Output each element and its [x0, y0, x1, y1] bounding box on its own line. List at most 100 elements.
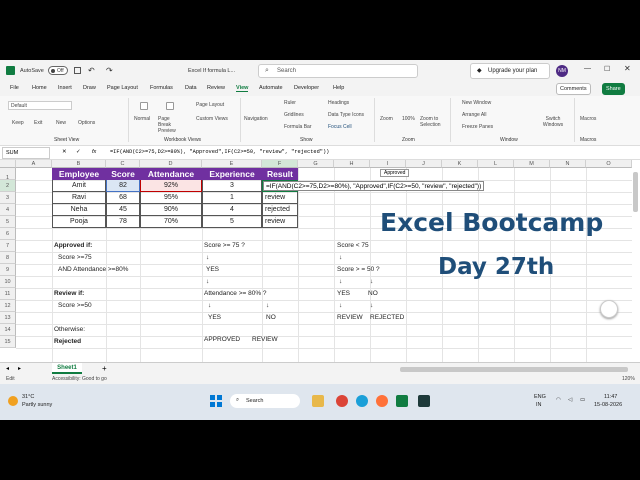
- column-header[interactable]: A: [16, 160, 52, 168]
- clock-date[interactable]: 15-08-2026: [594, 402, 622, 408]
- cell-edit-formula[interactable]: =IF(AND(C2>=75,D2>=80%), "Approved",IF(C…: [263, 181, 485, 191]
- zoom-selection-button[interactable]: Zoom to Selection: [420, 116, 444, 128]
- headings-checkbox[interactable]: Headings: [328, 100, 349, 106]
- column-header[interactable]: D: [140, 160, 202, 168]
- enter-icon[interactable]: ✓: [76, 149, 81, 155]
- tab-formulas[interactable]: Formulas: [150, 85, 173, 91]
- language-indicator[interactable]: ENG: [534, 394, 546, 400]
- macros-button[interactable]: Macros: [580, 116, 596, 122]
- row-header[interactable]: 15: [0, 336, 16, 348]
- file-name[interactable]: Excel If formula L...: [188, 68, 235, 74]
- tab-automate[interactable]: Automate: [259, 85, 283, 91]
- upgrade-button[interactable]: ◆ Upgrade your plan: [470, 63, 550, 79]
- formula-input[interactable]: =IF(AND(C2>=75,D2>=80%), "Approved",IF(C…: [110, 149, 329, 155]
- arrange-all-button[interactable]: Arrange All: [462, 112, 486, 118]
- worksheet-grid[interactable]: A B C D E F G H I J K L M N O 1 2 3 4 5 …: [0, 160, 638, 362]
- table-header-result[interactable]: Result: [262, 168, 298, 180]
- column-header[interactable]: B: [52, 160, 106, 168]
- accessibility-status[interactable]: Accessibility: Good to go: [52, 376, 107, 382]
- focus-cell-button[interactable]: Focus Cell: [328, 124, 352, 130]
- column-header[interactable]: J: [406, 160, 442, 168]
- new-button[interactable]: New: [56, 120, 66, 126]
- vertical-scrollbar[interactable]: [633, 172, 638, 212]
- freeze-panes-button[interactable]: Freeze Panes: [462, 124, 493, 130]
- page-break-button[interactable]: Page Break Preview: [158, 116, 184, 134]
- tab-page-layout[interactable]: Page Layout: [107, 85, 138, 91]
- save-icon[interactable]: [74, 67, 81, 74]
- row-header[interactable]: 9: [0, 264, 16, 276]
- ruler-checkbox[interactable]: Ruler: [284, 100, 296, 106]
- table-cell[interactable]: 82: [106, 180, 140, 192]
- undo-icon[interactable]: ↶: [88, 66, 95, 75]
- table-cell[interactable]: 90%: [140, 204, 202, 216]
- column-header[interactable]: K: [442, 160, 478, 168]
- row-header[interactable]: 2: [0, 180, 16, 192]
- tab-data[interactable]: Data: [185, 85, 197, 91]
- column-header[interactable]: O: [586, 160, 632, 168]
- row-header[interactable]: 14: [0, 324, 16, 336]
- row-header[interactable]: 13: [0, 312, 16, 324]
- search-input[interactable]: ⌕ Search: [258, 64, 418, 78]
- tab-insert[interactable]: Insert: [58, 85, 72, 91]
- column-header[interactable]: C: [106, 160, 140, 168]
- table-cell[interactable]: review: [262, 192, 298, 204]
- normal-view-button[interactable]: Normal: [134, 116, 150, 122]
- custom-views-button[interactable]: Custom Views: [196, 116, 228, 122]
- edge-icon[interactable]: [356, 395, 368, 407]
- weather-temp[interactable]: 31°C: [22, 394, 34, 400]
- autosave-toggle[interactable]: Off: [48, 66, 68, 75]
- sheet-view-dropdown[interactable]: Default: [8, 101, 72, 110]
- column-header[interactable]: I: [370, 160, 406, 168]
- formula-bar-checkbox[interactable]: Formula Bar: [284, 124, 312, 130]
- tab-review[interactable]: Review: [207, 85, 225, 91]
- table-header-attendance[interactable]: Attendance: [140, 168, 202, 180]
- windows-start-icon[interactable]: [210, 395, 222, 407]
- row-header[interactable]: 6: [0, 228, 16, 240]
- row-header[interactable]: 7: [0, 240, 16, 252]
- horizontal-scrollbar[interactable]: [400, 367, 628, 372]
- avatar[interactable]: NM: [556, 65, 568, 77]
- table-cell[interactable]: 45: [106, 204, 140, 216]
- firefox-icon[interactable]: [376, 395, 388, 407]
- tab-home[interactable]: Home: [32, 85, 47, 91]
- terminal-icon[interactable]: [418, 395, 430, 407]
- table-cell[interactable]: 68: [106, 192, 140, 204]
- switch-windows-button[interactable]: Switch Windows: [540, 116, 566, 128]
- table-cell[interactable]: 5: [202, 216, 262, 228]
- table-cell[interactable]: Pooja: [52, 216, 106, 228]
- column-header[interactable]: E: [202, 160, 262, 168]
- comments-button[interactable]: Comments: [556, 83, 591, 95]
- zoom-button[interactable]: Zoom: [380, 116, 393, 122]
- table-header-employee[interactable]: Employee: [52, 168, 106, 180]
- data-type-icons-checkbox[interactable]: Data Type Icons: [328, 112, 364, 118]
- tab-draw[interactable]: Draw: [83, 85, 96, 91]
- table-cell[interactable]: 95%: [140, 192, 202, 204]
- table-cell[interactable]: Ravi: [52, 192, 106, 204]
- region-indicator[interactable]: IN: [536, 402, 542, 408]
- file-explorer-icon[interactable]: [312, 395, 324, 407]
- keep-button[interactable]: Keep: [12, 120, 24, 126]
- table-cell[interactable]: 70%: [140, 216, 202, 228]
- taskbar-search[interactable]: ⌕ Search: [230, 394, 300, 408]
- row-header[interactable]: 1: [0, 168, 16, 181]
- row-header[interactable]: 10: [0, 276, 16, 288]
- table-cell[interactable]: 1: [202, 192, 262, 204]
- column-header[interactable]: M: [514, 160, 550, 168]
- fx-icon[interactable]: fx: [92, 149, 96, 155]
- table-header-experience[interactable]: Experience: [202, 168, 262, 180]
- maximize-icon[interactable]: ☐: [604, 65, 610, 73]
- close-icon[interactable]: ✕: [624, 64, 631, 73]
- new-window-button[interactable]: New Window: [462, 100, 491, 106]
- tab-developer[interactable]: Developer: [294, 85, 319, 91]
- tab-file[interactable]: File: [10, 85, 19, 91]
- table-cell[interactable]: 92%: [140, 180, 202, 192]
- row-header[interactable]: 4: [0, 204, 16, 216]
- table-cell[interactable]: Neha: [52, 204, 106, 216]
- exit-button[interactable]: Exit: [34, 120, 42, 126]
- row-header[interactable]: 3: [0, 192, 16, 204]
- tab-help[interactable]: Help: [333, 85, 344, 91]
- row-header[interactable]: 11: [0, 288, 16, 300]
- excel-taskbar-icon[interactable]: [396, 395, 408, 407]
- table-cell[interactable]: 3: [202, 180, 262, 192]
- chrome-icon[interactable]: [336, 395, 348, 407]
